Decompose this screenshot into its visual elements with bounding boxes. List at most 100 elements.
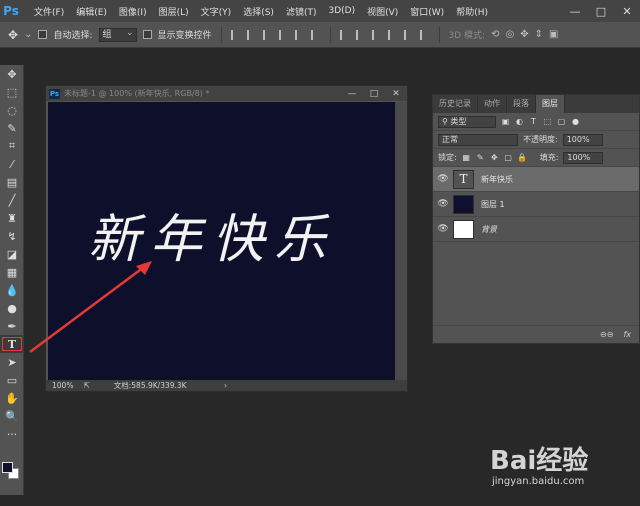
lock-position-icon[interactable]: ✥ <box>490 153 499 162</box>
tab-paragraph[interactable]: 段落 <box>507 95 536 113</box>
3d-rotate-icon[interactable]: ⟲ <box>491 29 499 40</box>
distribute-vcenter-icon[interactable] <box>355 29 366 40</box>
align-vcenter-icon[interactable] <box>246 29 257 40</box>
fill-input[interactable]: 100% <box>563 151 604 164</box>
menu-edit[interactable]: 编辑(E) <box>70 5 113 18</box>
history-brush-tool-icon[interactable]: ↯ <box>0 227 24 245</box>
document-titlebar[interactable]: Ps 未标题-1 @ 100% (新年快乐, RGB/8) * — □ ✕ <box>46 86 407 101</box>
layer-row-layer1[interactable]: 👁 图层 1 <box>433 192 639 217</box>
filter-toggle-icon[interactable]: ● <box>571 117 580 126</box>
auto-select-dropdown[interactable]: 组 <box>98 27 137 42</box>
menu-image[interactable]: 图像(I) <box>113 5 153 18</box>
doc-minimize-button[interactable]: — <box>341 89 363 99</box>
distribute-bottom-icon[interactable] <box>371 29 382 40</box>
quick-select-tool-icon[interactable]: ✎ <box>0 119 24 137</box>
lasso-tool-icon[interactable]: ◌ <box>0 101 24 119</box>
doc-close-button[interactable]: ✕ <box>385 89 407 99</box>
doc-maximize-button[interactable]: □ <box>363 89 385 99</box>
lock-artboard-icon[interactable]: ▢ <box>504 153 513 162</box>
path-select-tool-icon[interactable]: ➤ <box>0 353 24 371</box>
3d-pan-icon[interactable]: ✥ <box>520 29 528 40</box>
distribute-right-icon[interactable] <box>419 29 430 40</box>
filter-smart-object-icon[interactable]: ▢ <box>557 117 566 126</box>
lock-transparent-icon[interactable]: ▦ <box>462 153 471 162</box>
tab-layers[interactable]: 图层 <box>536 95 565 113</box>
3d-roll-icon[interactable]: ◎ <box>505 29 514 40</box>
filter-type-icon[interactable]: T <box>529 117 538 126</box>
blend-mode-dropdown[interactable]: 正常 <box>438 133 518 146</box>
lock-image-icon[interactable]: ✎ <box>476 153 485 162</box>
align-left-icon[interactable] <box>278 29 289 40</box>
status-menu-arrow-icon[interactable]: › <box>224 381 227 390</box>
layer-row-text[interactable]: 👁 T 新年快乐 <box>433 167 639 192</box>
menu-3d[interactable]: 3D(D) <box>322 6 361 16</box>
align-hcenter-icon[interactable] <box>294 29 305 40</box>
visibility-eye-icon[interactable]: 👁 <box>433 174 453 184</box>
hand-tool-icon[interactable]: ✋ <box>0 389 24 407</box>
document-info: 文档:585.9K/339.3K <box>113 381 187 390</box>
align-bottom-icon[interactable] <box>262 29 273 40</box>
distribute-left-icon[interactable] <box>387 29 398 40</box>
visibility-eye-icon[interactable]: 👁 <box>433 224 453 234</box>
minimize-button[interactable]: — <box>562 0 588 22</box>
filter-shape-icon[interactable]: ⬚ <box>543 117 552 126</box>
move-tool-icon[interactable]: ✥ <box>0 65 24 83</box>
menu-filter[interactable]: 滤镜(T) <box>280 5 323 18</box>
blur-tool-icon[interactable]: 💧 <box>0 281 24 299</box>
3d-scale-icon[interactable]: ▣ <box>549 29 558 40</box>
window-controls: — □ ✕ <box>562 0 640 22</box>
distribute-top-icon[interactable] <box>339 29 350 40</box>
align-top-icon[interactable] <box>230 29 241 40</box>
3d-slide-icon[interactable]: ⇕ <box>535 29 543 40</box>
export-icon[interactable]: ⇱ <box>83 381 89 390</box>
menu-view[interactable]: 视图(V) <box>361 5 404 18</box>
eraser-tool-icon[interactable]: ◪ <box>0 245 24 263</box>
vertical-scrollbar[interactable] <box>395 102 407 382</box>
zoom-level[interactable]: 100% <box>52 381 73 390</box>
tab-actions[interactable]: 动作 <box>478 95 507 113</box>
menu-window[interactable]: 窗口(W) <box>404 5 450 18</box>
close-button[interactable]: ✕ <box>614 0 640 22</box>
lock-all-icon[interactable]: 🔒 <box>517 153 527 162</box>
filter-adjustment-icon[interactable]: ◐ <box>515 117 524 126</box>
layer-filter-dropdown[interactable]: ⚲ 类型 <box>438 115 496 128</box>
show-transform-checkbox[interactable] <box>142 30 152 39</box>
visibility-eye-icon[interactable]: 👁 <box>433 199 453 209</box>
type-tool-icon[interactable]: T <box>0 335 24 353</box>
distribute-hcenter-icon[interactable] <box>403 29 414 40</box>
shape-tool-icon[interactable]: ▭ <box>0 371 24 389</box>
healing-tool-icon[interactable]: ▤ <box>0 173 24 191</box>
zoom-tool-icon[interactable]: 🔍 <box>0 407 24 425</box>
menu-select[interactable]: 选择(S) <box>237 5 280 18</box>
options-bar: ✥ ⌄ 自动选择: 组 显示变换控件 3D 模式: ⟲ ◎ ✥ ⇕ ▣ <box>0 22 640 48</box>
photoshop-logo-icon: Ps <box>3 4 19 18</box>
stamp-tool-icon[interactable]: ♜ <box>0 209 24 227</box>
more-tools-icon[interactable]: ··· <box>0 425 24 443</box>
tab-history[interactable]: 历史记录 <box>433 95 478 113</box>
marquee-tool-icon[interactable]: ⬚ <box>0 83 24 101</box>
pen-tool-icon[interactable]: ✒ <box>0 317 24 335</box>
fx-icon[interactable]: fx <box>623 330 631 339</box>
align-right-icon[interactable] <box>310 29 321 40</box>
layer-row-background[interactable]: 👁 背景 <box>433 217 639 242</box>
filter-pixel-icon[interactable]: ▣ <box>501 117 510 126</box>
auto-select-checkbox[interactable] <box>38 30 48 39</box>
link-icon[interactable]: ⊖⊖ <box>600 330 613 339</box>
menu-bar: Ps 文件(F) 编辑(E) 图像(I) 图层(L) 文字(Y) 选择(S) 滤… <box>0 0 640 22</box>
canvas-text-layer[interactable]: 新年快乐 <box>88 197 336 272</box>
opacity-input[interactable]: 100% <box>562 133 603 146</box>
menu-help[interactable]: 帮助(H) <box>450 5 494 18</box>
canvas[interactable]: 新年快乐 <box>48 102 395 382</box>
brush-tool-icon[interactable]: ╱ <box>0 191 24 209</box>
maximize-button[interactable]: □ <box>588 0 614 22</box>
menu-type[interactable]: 文字(Y) <box>195 5 238 18</box>
gradient-tool-icon[interactable]: ▦ <box>0 263 24 281</box>
move-tool-icon[interactable]: ✥ <box>8 28 18 42</box>
foreground-color-swatch[interactable] <box>2 462 13 473</box>
menu-layer[interactable]: 图层(L) <box>153 5 195 18</box>
tool-preset-chevron-icon[interactable]: ⌄ <box>24 29 32 40</box>
crop-tool-icon[interactable]: ⌗ <box>0 137 24 155</box>
dodge-tool-icon[interactable]: ● <box>0 299 24 317</box>
eyedropper-tool-icon[interactable]: ⁄ <box>0 155 24 173</box>
menu-file[interactable]: 文件(F) <box>28 5 70 18</box>
